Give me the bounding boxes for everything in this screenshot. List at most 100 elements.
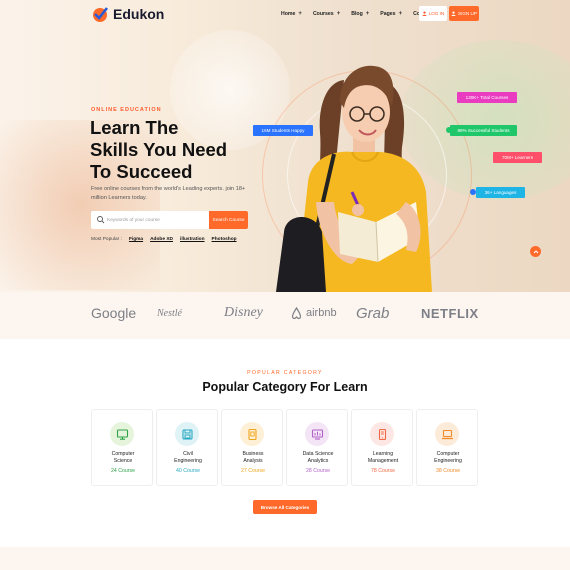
category-icon-wrap [370, 422, 394, 446]
category-name-line: Management [367, 458, 399, 464]
category-count: 27 Course [241, 468, 265, 474]
stat-badge-total-courses: 130K+ Total Courses [457, 92, 517, 103]
category-card-computer-science[interactable]: Computer Science 24 Course [91, 409, 153, 486]
page: 130K+ Total Courses 16M Students Happy 8… [0, 0, 570, 570]
hero-title-line: Learn The [90, 117, 179, 138]
popular-tag-link[interactable]: Adobe XD [150, 237, 173, 242]
course-search-bar: Keywords of your course Search Course [91, 211, 248, 229]
users-icon [451, 11, 456, 16]
plus-icon: + [298, 11, 302, 17]
airbnb-wordmark: airbnb [306, 307, 337, 319]
analytics-dashboard-icon [311, 428, 323, 440]
category-card-learning-management[interactable]: Learning Management 78 Course [351, 409, 413, 486]
category-count: 78 Course [371, 468, 395, 474]
category-card-civil-engineering[interactable]: Civil Engineering 40 Course [156, 409, 218, 486]
category-card-data-science[interactable]: Data Science Analytics 28 Course [286, 409, 348, 486]
nav-label: Home [281, 11, 296, 17]
category-name: Learning Management [352, 451, 414, 465]
category-card-computer-engineering[interactable]: Computer Engineering 38 Course [416, 409, 478, 486]
chevron-up-icon [533, 249, 538, 253]
partner-logo-netflix: NETFLIX [421, 305, 479, 321]
category-name-line: Learning [372, 451, 394, 457]
hero-eyebrow: ONLINE EDUCATION [91, 107, 162, 113]
hero-description: Free online courses from the world's Lea… [91, 186, 246, 201]
category-name-line: Science [113, 458, 133, 464]
user-icon [422, 11, 427, 16]
login-label: LOG IN [428, 11, 445, 16]
category-count: 24 Course [111, 468, 135, 474]
nav-item-courses[interactable]: Courses + [313, 11, 340, 17]
category-name-line: Civil [183, 451, 193, 457]
site-logo[interactable]: Edukon [91, 5, 164, 23]
category-name-line: Business [242, 451, 264, 457]
stat-label: 130K+ Total Courses [465, 95, 509, 100]
category-icon-wrap [110, 422, 134, 446]
browse-all-categories-button[interactable]: Browse All Categories [253, 500, 317, 514]
logo-text: Edukon [113, 6, 165, 22]
nav-item-blog[interactable]: Blog + [351, 11, 369, 17]
partner-logos-bar: Google Nestlé Disney airbnb Grab NETFLIX [0, 292, 570, 339]
tablet-icon [247, 428, 257, 440]
stat-badge-languages: 36+ Languages [476, 187, 525, 198]
search-icon [97, 216, 105, 224]
search-course-button[interactable]: Search Course [209, 211, 248, 229]
stat-badge-successful-students: 89% Successful Students [450, 125, 517, 136]
popular-tag-link[interactable]: Figma [129, 237, 143, 242]
popular-tag-link[interactable]: Photoshop [212, 237, 237, 242]
category-name-line: Engineering [174, 458, 202, 464]
popular-tag-link[interactable]: illustration [180, 237, 205, 242]
category-icon-wrap [435, 422, 459, 446]
category-name-line: Analysis [243, 458, 263, 464]
category-eyebrow: POPULAR CATEGORY [247, 370, 323, 376]
category-card-business-analysis[interactable]: Business Analysis 27 Course [221, 409, 283, 486]
scroll-to-top-button[interactable] [530, 246, 541, 257]
partner-logo-disney: Disney [224, 305, 263, 320]
nav-label: Blog [351, 11, 363, 17]
category-icon-wrap [175, 422, 199, 446]
category-name: Business Analysis [222, 451, 284, 465]
laptop-icon [441, 429, 453, 439]
category-count: 38 Course [436, 468, 460, 474]
nav-item-home[interactable]: Home + [281, 11, 302, 17]
stat-label: 70M+ Learners [501, 155, 534, 160]
next-section-band [0, 547, 570, 570]
stat-label: 36+ Languages [484, 190, 517, 195]
category-name: Data Science Analytics [287, 451, 349, 465]
stat-label: 16M Students Happy [261, 128, 305, 133]
category-name: Computer Engineering [417, 451, 479, 465]
category-name-line: Computer [111, 451, 135, 457]
airbnb-logo-icon [291, 306, 302, 319]
login-button[interactable]: LOG IN [419, 6, 447, 21]
stat-badge-learners: 70M+ Learners [493, 152, 542, 163]
category-name: Computer Science [92, 451, 154, 465]
signup-button[interactable]: SIGN UP [449, 6, 479, 21]
category-name-line: Analytics [307, 458, 329, 464]
category-cards: Computer Science 24 Course Civil Enginee… [91, 409, 481, 486]
stat-label: 89% Successful Students [457, 128, 510, 133]
popular-tags: Most Popular : Figma Adobe XD illustrati… [91, 237, 237, 242]
category-count: 28 Course [306, 468, 330, 474]
category-name-line: Data Science [302, 451, 334, 457]
nav-label: Pages [380, 11, 396, 17]
hero-title-line: To Succeed [90, 161, 193, 182]
category-icon-wrap [240, 422, 264, 446]
partner-logo-google: Google [91, 305, 137, 321]
hero-title: Learn The Skills You Need To Succeed [90, 117, 260, 183]
smartphone-icon [378, 428, 386, 440]
popular-label: Most Popular : [91, 237, 122, 242]
nav-item-pages[interactable]: Pages + [380, 11, 402, 17]
plus-icon: + [398, 11, 403, 17]
category-count: 40 Course [176, 468, 200, 474]
partner-logo-nestle: Nestlé [157, 307, 182, 319]
category-icon-wrap [305, 422, 329, 446]
hero-title-line: Skills You Need [90, 139, 228, 160]
student-photo [276, 65, 432, 292]
plus-icon: + [336, 11, 341, 17]
category-name-line: Engineering [434, 458, 462, 464]
site-header: Edukon Home+ Courses+ Blog+ Pages+ Conta… [0, 0, 570, 30]
logo-icon [93, 7, 109, 22]
partner-logo-airbnb: airbnb [290, 302, 337, 324]
search-input[interactable]: Keywords of your course [107, 218, 209, 223]
category-name-line: Computer [436, 451, 460, 457]
monitor-icon [116, 428, 128, 440]
